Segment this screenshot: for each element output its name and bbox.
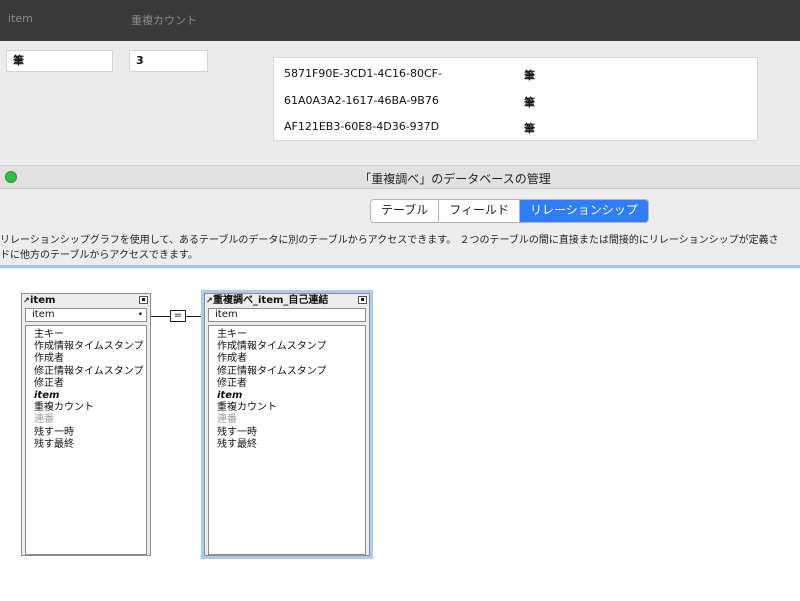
relationship-graph[interactable]: ↗ item ▪ item • 主キー 作成情報タイムスタンプ 作成者 修正情報…: [0, 269, 800, 601]
field-item[interactable]: 連番: [217, 414, 365, 426]
field-item[interactable]: 修正者: [217, 378, 365, 390]
divider: [0, 265, 800, 268]
field-item[interactable]: 連番: [34, 414, 146, 426]
field-item[interactable]: 残す最終: [217, 439, 365, 451]
column-label-item: item: [8, 12, 33, 25]
portal-row-value: 筆: [524, 122, 535, 135]
external-link-icon: ↗: [206, 296, 213, 305]
table-occurrence-item[interactable]: ↗ item ▪ item • 主キー 作成情報タイムスタンプ 作成者 修正情報…: [21, 293, 151, 556]
window-titlebar: 「重複調べ」のデータベースの管理: [0, 165, 800, 189]
field-item[interactable]: 重複カウント: [217, 402, 365, 414]
match-field[interactable]: item •: [25, 308, 147, 322]
field-item[interactable]: 残す最終: [34, 439, 146, 451]
match-field-label: item: [215, 309, 238, 320]
field-item[interactable]: 修正情報タイムスタンプ: [34, 366, 146, 378]
tab-tables[interactable]: テーブル: [371, 200, 440, 222]
field-item[interactable]: 主キー: [34, 329, 146, 341]
tab-segmented-control: テーブル フィールド リレーションシップ: [370, 199, 649, 223]
collapse-toggle-icon[interactable]: ▪: [358, 296, 367, 304]
relationship-line: [151, 316, 170, 317]
table-occurrence-name: 重複調べ_item_自己連結: [213, 295, 329, 306]
key-indicator-icon: •: [137, 310, 143, 320]
field-item[interactable]: 残す一時: [217, 427, 365, 439]
portal-row[interactable]: AF121EB3-60E8-4D36-937D 筆: [284, 120, 754, 140]
field-item[interactable]: 作成情報タイムスタンプ: [217, 341, 365, 353]
portal-row[interactable]: 61A0A3A2-1617-46BA-9B76 筆: [284, 94, 754, 114]
portal-row-id: AF121EB3-60E8-4D36-937D: [284, 120, 440, 133]
portal-row-id: 61A0A3A2-1617-46BA-9B76: [284, 94, 439, 107]
tab-fields[interactable]: フィールド: [439, 200, 521, 222]
field-item[interactable]: item: [217, 390, 365, 402]
form-area: 筆 3 5871F90E-3CD1-4C16-80CF- 筆 61A0A3A2-…: [0, 41, 800, 165]
field-item[interactable]: 残す一時: [34, 427, 146, 439]
portal-row-value: 筆: [524, 96, 535, 109]
relationship-line: [186, 316, 204, 317]
portal-row-id: 5871F90E-3CD1-4C16-80CF-: [284, 67, 442, 80]
match-field[interactable]: item: [208, 308, 366, 322]
description-line-2: ドに他方のテーブルからアクセスできます。: [0, 250, 198, 261]
field-list[interactable]: 主キー 作成情報タイムスタンプ 作成者 修正情報タイムスタンプ 修正者 item…: [208, 325, 366, 555]
external-link-icon: ↗: [23, 296, 30, 305]
field-item[interactable]: 主キー: [217, 329, 365, 341]
column-label-count: 重複カウント: [131, 14, 197, 27]
field-item[interactable]: item: [34, 390, 146, 402]
layout-header: item 重複カウント: [0, 0, 800, 41]
related-records-portal[interactable]: 5871F90E-3CD1-4C16-80CF- 筆 61A0A3A2-1617…: [273, 57, 758, 141]
table-occurrence-self-join[interactable]: ↗ 重複調べ_item_自己連結 ▪ item 主キー 作成情報タイムスタンプ …: [204, 293, 370, 556]
item-field[interactable]: 筆: [6, 50, 113, 72]
table-occurrence-name: item: [30, 295, 56, 306]
table-occurrence-header[interactable]: ↗ item ▪: [22, 294, 150, 308]
portal-row[interactable]: 5871F90E-3CD1-4C16-80CF- 筆: [284, 67, 754, 87]
tab-area: テーブル フィールド リレーションシップ リレーションシップグラフを使用して、あ…: [0, 189, 800, 269]
field-item[interactable]: 修正者: [34, 378, 146, 390]
table-occurrence-header[interactable]: ↗ 重複調べ_item_自己連結 ▪: [205, 294, 369, 308]
field-item[interactable]: 作成者: [34, 353, 146, 365]
window-title: 「重複調べ」のデータベースの管理: [359, 172, 551, 186]
description-text: リレーションシップグラフを使用して、あるテーブルのデータに別のテーブルからアクセ…: [0, 233, 800, 263]
description-line-1: リレーションシップグラフを使用して、あるテーブルのデータに別のテーブルからアクセ…: [0, 235, 779, 246]
field-item[interactable]: 作成情報タイムスタンプ: [34, 341, 146, 353]
count-field[interactable]: 3: [129, 50, 208, 72]
field-list[interactable]: 主キー 作成情報タイムスタンプ 作成者 修正情報タイムスタンプ 修正者 item…: [25, 325, 147, 555]
collapse-toggle-icon[interactable]: ▪: [139, 296, 148, 304]
relationship-operator[interactable]: =: [170, 310, 186, 322]
field-item[interactable]: 作成者: [217, 353, 365, 365]
portal-row-value: 筆: [524, 69, 535, 82]
match-field-label: item: [32, 309, 55, 320]
field-item[interactable]: 修正情報タイムスタンプ: [217, 366, 365, 378]
field-item[interactable]: 重複カウント: [34, 402, 146, 414]
tab-relationships[interactable]: リレーションシップ: [520, 200, 648, 222]
